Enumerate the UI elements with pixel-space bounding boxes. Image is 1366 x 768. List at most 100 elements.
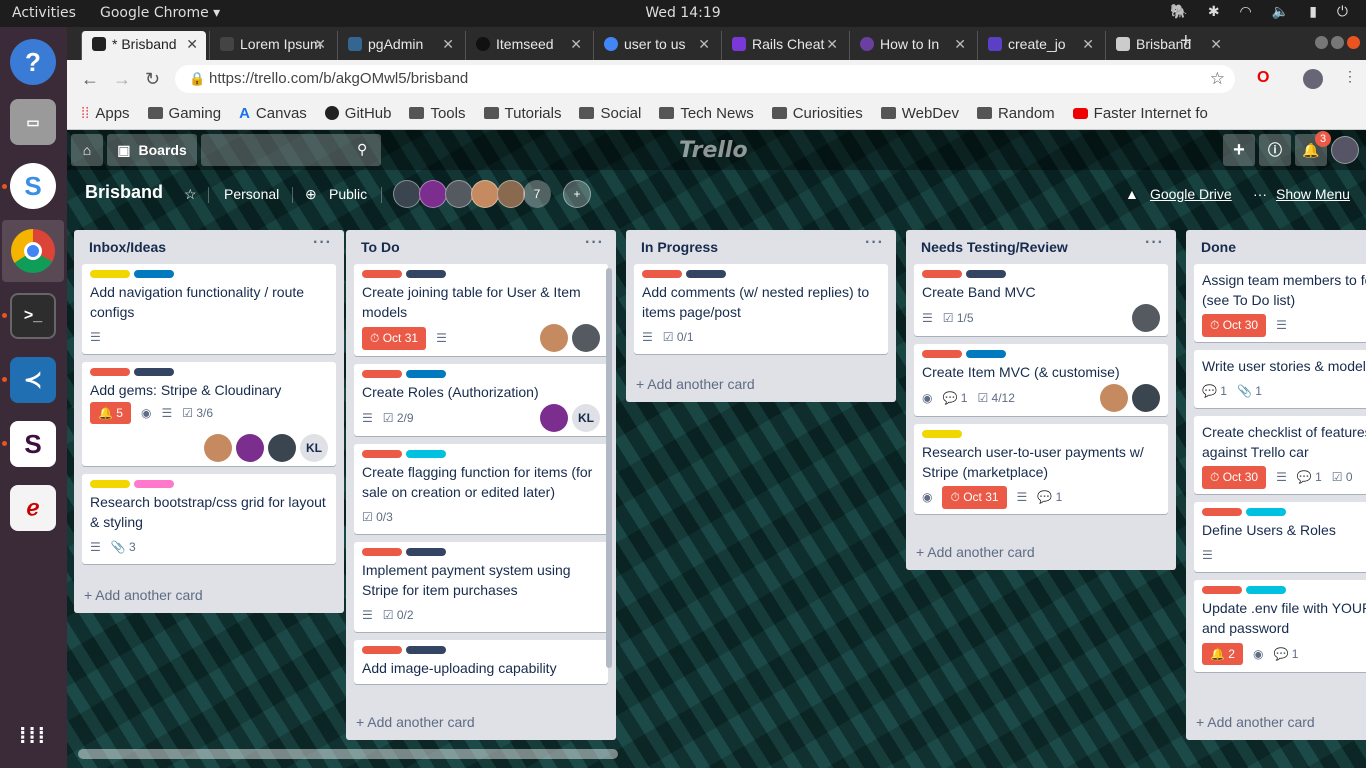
tab-pgadmin[interactable]: pgAdmin ✕ bbox=[337, 31, 462, 60]
show-applications-icon[interactable]: ⁞⁞⁞ bbox=[10, 713, 56, 759]
card[interactable]: Create Roles (Authorization) ☰ ☑ 2/9 KL bbox=[354, 364, 608, 436]
info-button[interactable]: ⓘ bbox=[1259, 134, 1291, 166]
member-avatar[interactable] bbox=[419, 180, 447, 208]
list-title[interactable]: Done bbox=[1201, 239, 1236, 255]
home-button[interactable]: ⌂ bbox=[71, 134, 103, 166]
bookmark-folder[interactable]: Random bbox=[976, 105, 1055, 122]
star-icon[interactable]: ☆ bbox=[184, 186, 197, 203]
bookmark-folder[interactable]: Gaming bbox=[147, 105, 221, 122]
bookmark-youtube[interactable]: Faster Internet fo bbox=[1072, 105, 1208, 122]
maximize-icon[interactable] bbox=[1331, 36, 1344, 49]
board-name[interactable]: Brisband bbox=[85, 182, 163, 203]
volume-icon[interactable]: 🔈 bbox=[1272, 4, 1289, 20]
close-tab-icon[interactable]: ✕ bbox=[1082, 31, 1094, 57]
member-avatar[interactable] bbox=[204, 434, 232, 462]
bookmark-folder[interactable]: WebDev bbox=[880, 105, 959, 122]
create-button[interactable]: + bbox=[1223, 134, 1255, 166]
list-scrollbar[interactable] bbox=[606, 268, 612, 668]
list-menu-icon[interactable]: ··· bbox=[313, 234, 332, 252]
add-card-button[interactable]: + Add another card bbox=[1186, 706, 1366, 740]
member-count-badge[interactable]: 7 bbox=[523, 180, 551, 208]
bookmark-folder[interactable]: Tutorials bbox=[483, 105, 561, 122]
forward-icon[interactable]: → bbox=[113, 69, 131, 90]
card[interactable]: Research bootstrap/css grid for layout &… bbox=[82, 474, 336, 564]
chrome-menu-icon[interactable]: ⋮ bbox=[1343, 68, 1357, 85]
member-avatar[interactable] bbox=[393, 180, 421, 208]
visibility-button[interactable]: Public bbox=[329, 186, 367, 202]
close-tab-icon[interactable]: ✕ bbox=[442, 31, 454, 57]
card[interactable]: Add image-uploading capability bbox=[354, 640, 608, 684]
member-avatar[interactable] bbox=[1132, 304, 1160, 332]
member-initials[interactable]: KL bbox=[572, 404, 600, 432]
reload-icon[interactable]: ↻ bbox=[145, 69, 160, 90]
card[interactable]: Write user stories & model 💬 1 📎 1 bbox=[1194, 350, 1366, 408]
profile-avatar[interactable] bbox=[1303, 69, 1323, 89]
bookmark-apps[interactable]: ⁞⁞ Apps bbox=[81, 105, 130, 122]
bookmark-folder[interactable]: Social bbox=[579, 105, 641, 122]
invite-member-icon[interactable]: + bbox=[563, 180, 591, 208]
member-avatar[interactable] bbox=[268, 434, 296, 462]
power-icon[interactable]: ⏻ bbox=[1337, 4, 1348, 20]
terminal-icon[interactable]: >_ bbox=[10, 293, 56, 339]
list-menu-icon[interactable]: ··· bbox=[865, 234, 884, 252]
member-avatar[interactable] bbox=[540, 404, 568, 432]
card[interactable]: Create checklist of features compare aga… bbox=[1194, 416, 1366, 494]
horizontal-scrollbar[interactable] bbox=[78, 749, 618, 759]
member-initials[interactable]: KL bbox=[300, 434, 328, 462]
close-tab-icon[interactable]: ✕ bbox=[698, 31, 710, 57]
add-card-button[interactable]: + Add another card bbox=[74, 579, 344, 613]
url-bar[interactable]: 🔒 https://trello.com/b/akgOMwl5/brisband ☆ bbox=[175, 65, 1235, 93]
member-avatar[interactable] bbox=[540, 324, 568, 352]
wifi-icon[interactable]: ◠ bbox=[1240, 4, 1252, 20]
close-tab-icon[interactable]: ✕ bbox=[826, 31, 838, 57]
simplenote-icon[interactable]: S bbox=[10, 163, 56, 209]
tab-create-join[interactable]: create_jo ✕ bbox=[977, 31, 1102, 60]
card[interactable]: Assign team members to fo tickets (see T… bbox=[1194, 264, 1366, 342]
tab-brisband-2[interactable]: Brisband ✕ bbox=[1105, 31, 1230, 60]
close-window-icon[interactable] bbox=[1347, 36, 1360, 49]
list-title[interactable]: In Progress bbox=[641, 239, 718, 255]
member-avatar[interactable] bbox=[1100, 384, 1128, 412]
card[interactable]: Update .env file with YOUR username and … bbox=[1194, 580, 1366, 672]
user-avatar[interactable] bbox=[1331, 136, 1359, 164]
bookmark-canvas[interactable]: A Canvas bbox=[239, 105, 307, 122]
tab-lorem-ipsum[interactable]: Lorem Ipsum ✕ bbox=[209, 31, 334, 60]
close-tab-icon[interactable]: ✕ bbox=[186, 31, 198, 57]
card[interactable]: Add comments (w/ nested replies) to item… bbox=[634, 264, 888, 354]
show-menu-link[interactable]: Show Menu bbox=[1276, 186, 1350, 202]
close-tab-icon[interactable]: ✕ bbox=[1210, 31, 1222, 57]
list-title[interactable]: To Do bbox=[361, 239, 400, 255]
files-icon[interactable]: ▭ bbox=[10, 99, 56, 145]
activities-button[interactable]: Activities bbox=[12, 5, 76, 21]
card[interactable]: Define Users & Roles ☰ bbox=[1194, 502, 1366, 572]
member-avatar[interactable] bbox=[1132, 384, 1160, 412]
bookmark-folder[interactable]: Tech News bbox=[659, 105, 754, 122]
card[interactable]: Add navigation functionality / route con… bbox=[82, 264, 336, 354]
battery-icon[interactable]: ▮ bbox=[1309, 4, 1317, 20]
list-title[interactable]: Needs Testing/Review bbox=[921, 239, 1068, 255]
bookmark-folder[interactable]: Curiosities bbox=[771, 105, 863, 122]
list-header[interactable]: In Progress ··· bbox=[626, 230, 896, 264]
tab-how-to[interactable]: How to In ✕ bbox=[849, 31, 974, 60]
bookmark-github[interactable]: GitHub bbox=[324, 105, 391, 122]
tab-itemseed[interactable]: Itemseed ✕ bbox=[465, 31, 590, 60]
list-title[interactable]: Inbox/Ideas bbox=[89, 239, 166, 255]
boards-button[interactable]: ▣ Boards bbox=[107, 134, 197, 166]
tab-google-search[interactable]: user to us ✕ bbox=[593, 31, 718, 60]
search-icon[interactable]: ⚲ bbox=[357, 141, 367, 158]
chrome-icon[interactable] bbox=[2, 220, 64, 282]
card[interactable]: Add gems: Stripe & Cloudinary 🔔 5 ◉ ☰ ☑ 3/6 K… bbox=[82, 362, 336, 466]
opera-extension-icon[interactable]: O bbox=[1257, 69, 1269, 87]
trello-logo[interactable]: Trello bbox=[679, 138, 748, 163]
tab-brisband[interactable]: * Brisband ✕ bbox=[81, 31, 206, 60]
vscode-icon[interactable]: ≺ bbox=[10, 357, 56, 403]
new-tab-button[interactable]: + bbox=[1180, 30, 1192, 53]
card[interactable]: Create Band MVC ☰ ☑ 1/5 bbox=[914, 264, 1168, 336]
member-avatar[interactable] bbox=[497, 180, 525, 208]
list-header[interactable]: Needs Testing/Review ··· bbox=[906, 230, 1176, 264]
member-avatar[interactable] bbox=[445, 180, 473, 208]
list-menu-icon[interactable]: ··· bbox=[1145, 234, 1164, 252]
settings-icon[interactable]: ✱ bbox=[1208, 4, 1220, 20]
add-card-button[interactable]: + Add another card bbox=[906, 536, 1176, 570]
tab-rails-cheatsheet[interactable]: Rails Cheat ✕ bbox=[721, 31, 846, 60]
